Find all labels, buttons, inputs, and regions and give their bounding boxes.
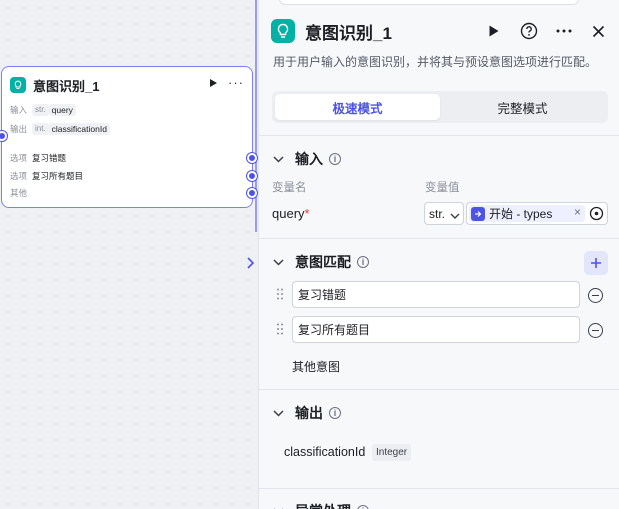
node-option-port[interactable] (247, 153, 257, 163)
node-output-label: 输出 (10, 124, 28, 134)
node-option-label: 其他 (10, 188, 28, 198)
output-var-name: classificationId (284, 445, 366, 459)
chevron-down-icon[interactable] (273, 258, 285, 266)
mode-switch: 极速模式 完整模式 (272, 91, 608, 123)
divider (259, 389, 619, 390)
chevron-down-icon[interactable] (273, 409, 285, 417)
node-option-label: 选项 (10, 153, 28, 163)
close-icon[interactable] (592, 25, 605, 38)
error-section-title: 异常处理 (295, 501, 351, 509)
col-var-name: 变量名 (272, 182, 307, 194)
lightbulb-icon (271, 19, 295, 43)
input-section-header[interactable]: 输入 i (273, 150, 341, 168)
chevron-down-icon (450, 209, 460, 223)
drag-handle-icon[interactable] (277, 323, 283, 335)
intent-input[interactable]: 复习所有题目 (292, 316, 580, 343)
other-intent-label: 其他意图 (292, 360, 341, 374)
node-settings-panel: 意图识别_1 用于用户输入的意图识别，并将其与预设意图选项进行匹配。 极速模式 … (258, 0, 619, 509)
remove-intent-icon[interactable] (588, 323, 603, 338)
add-intent-button[interactable] (584, 251, 608, 275)
play-icon[interactable] (488, 24, 500, 38)
panel-top-edge (279, 0, 579, 5)
panel-description: 用于用户输入的意图识别，并将其与预设意图选项进行匹配。 (273, 55, 598, 69)
node-option-port[interactable] (247, 188, 257, 198)
node-header: 意图识别_1 ··· (10, 75, 244, 94)
node-option-row: 选项 复习所有题目 (10, 169, 83, 183)
node-option-value: 复习错题 (32, 153, 67, 163)
info-icon[interactable]: i (329, 153, 341, 165)
node-input-type: str. (32, 104, 49, 116)
input-type-select[interactable]: str. (424, 202, 464, 225)
node-input-row: 输入 str. query (10, 103, 76, 117)
play-icon[interactable] (209, 77, 218, 91)
divider (259, 135, 619, 136)
more-icon[interactable] (556, 29, 572, 33)
node-option-value: 复习所有题目 (32, 171, 84, 181)
chevron-down-icon[interactable] (273, 155, 285, 163)
node-input-port[interactable] (0, 131, 7, 141)
chevron-right-icon (247, 257, 255, 269)
remove-intent-icon[interactable] (588, 288, 603, 303)
node-output-type: int. (32, 123, 49, 135)
panel-actions (474, 18, 605, 44)
required-mark: * (304, 206, 310, 221)
node-option-row: 选项 复习错题 (10, 151, 66, 165)
node-option-port[interactable] (247, 171, 257, 181)
input-var-name: query* (272, 206, 310, 221)
output-section-header[interactable]: 输出 i (273, 404, 341, 422)
ref-tag-label: 开始 - types (489, 207, 553, 221)
target-icon[interactable] (589, 206, 604, 224)
node-option-row: 其他 (10, 186, 32, 200)
node-option-label: 选项 (10, 171, 28, 181)
node-output-name: classificationId (48, 123, 110, 135)
input-var-name-text: query (272, 206, 305, 221)
clear-icon[interactable]: × (574, 205, 581, 219)
error-section-header[interactable]: 异常处理 i (273, 502, 369, 509)
intent-input[interactable]: 复习错题 (292, 281, 580, 308)
info-icon[interactable]: i (357, 505, 369, 509)
start-node-icon (471, 206, 485, 221)
mode-full-tab[interactable]: 完整模式 (440, 94, 605, 120)
info-icon[interactable]: i (357, 256, 369, 268)
node-output-row: 输出 int. classificationId (10, 122, 110, 136)
mode-fast-tab[interactable]: 极速模式 (275, 94, 440, 120)
col-var-value: 变量值 (425, 182, 460, 194)
lightbulb-icon (10, 77, 26, 93)
node-input-name: query (48, 104, 76, 116)
divider (259, 488, 619, 489)
divider (259, 238, 619, 239)
input-ref-field[interactable]: 开始 - types × (466, 202, 608, 225)
panel-title[interactable]: 意图识别_1 (305, 19, 392, 44)
intent-node-card[interactable]: 意图识别_1 ··· 输入 str. query 输出 int. classif… (0, 66, 257, 208)
output-section-title: 输出 (295, 405, 323, 421)
drag-handle-icon[interactable] (277, 288, 283, 300)
node-title: 意图识别_1 (33, 78, 100, 94)
intent-section-title: 意图匹配 (295, 254, 351, 270)
more-icon[interactable]: ··· (228, 75, 244, 90)
input-type-value: str. (429, 206, 446, 221)
intent-section-header[interactable]: 意图匹配 i (273, 253, 369, 271)
panel-header: 意图识别_1 (271, 18, 605, 44)
ref-tag: 开始 - types × (469, 205, 585, 222)
node-input-label: 输入 (10, 105, 28, 115)
info-icon[interactable]: i (329, 407, 341, 419)
help-icon[interactable] (520, 22, 538, 40)
input-section-title: 输入 (295, 151, 323, 167)
output-var-type: Integer (372, 444, 412, 461)
